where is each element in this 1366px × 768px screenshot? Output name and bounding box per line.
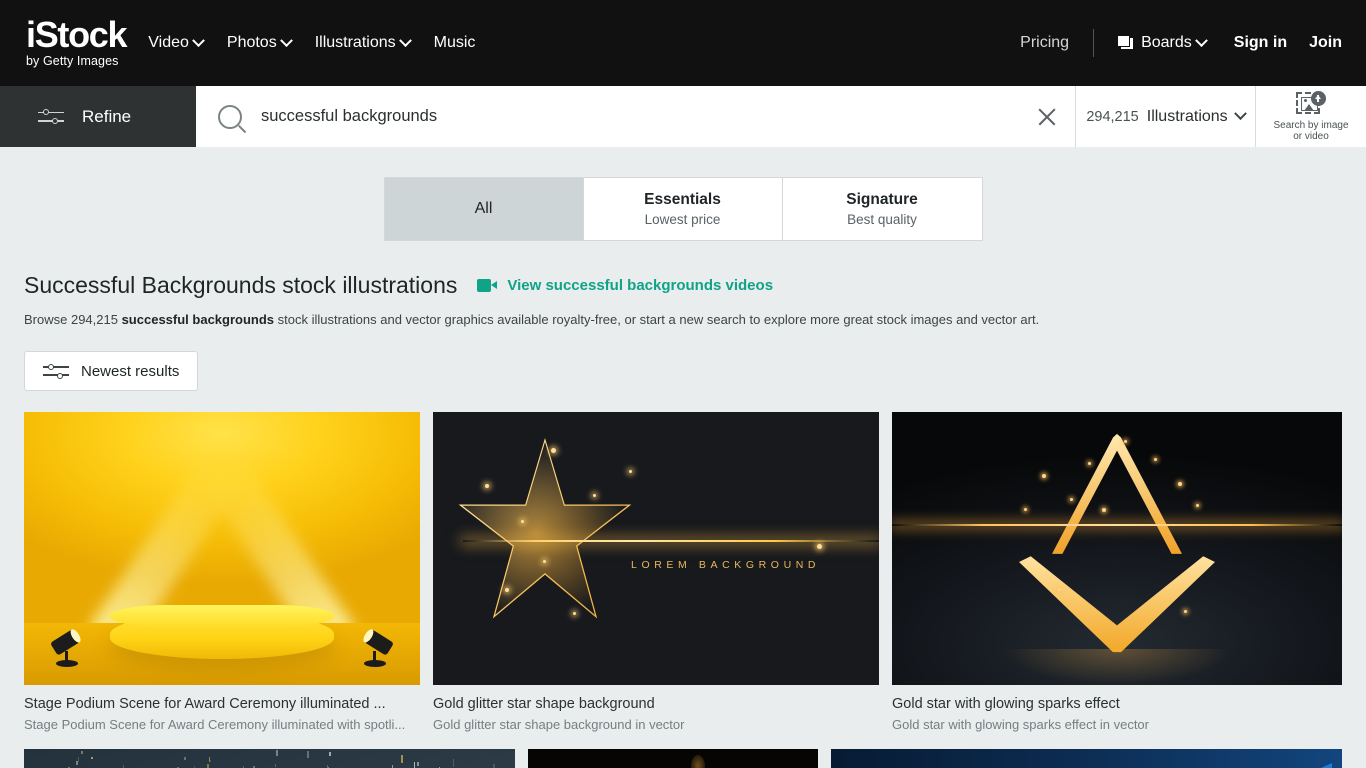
- sign-in-link[interactable]: Sign in: [1234, 34, 1287, 52]
- search-by-image-label: Search by image or video: [1273, 120, 1348, 143]
- sliders-icon: [38, 109, 64, 125]
- search-field-wrapper: [196, 86, 1025, 147]
- join-link[interactable]: Join: [1309, 34, 1342, 52]
- results-heading-row: Successful Backgrounds stock illustratio…: [24, 271, 1342, 299]
- nav-label-photos: Photos: [227, 34, 277, 52]
- artwork-blue-shard: [831, 749, 1342, 768]
- results-grid: Stage Podium Scene for Award Ceremony il…: [24, 412, 1342, 732]
- nav-divider: [1093, 29, 1094, 57]
- artwork-stage-podium: [24, 412, 420, 685]
- artwork-rain-particles: [24, 749, 515, 768]
- nav-item-video[interactable]: Video: [148, 34, 203, 52]
- result-subtitle: Stage Podium Scene for Award Ceremony il…: [24, 717, 420, 732]
- result-card[interactable]: [831, 749, 1342, 768]
- boards-menu[interactable]: Boards: [1118, 34, 1206, 52]
- sort-label: Newest results: [81, 363, 179, 380]
- result-thumbnail[interactable]: [892, 412, 1342, 685]
- result-subtitle: Gold glitter star shape background in ve…: [433, 717, 879, 732]
- chevron-down-icon: [192, 34, 205, 47]
- sort-sliders-icon: [43, 363, 69, 379]
- tab-all[interactable]: All: [385, 178, 584, 240]
- nav-item-illustrations[interactable]: Illustrations: [315, 34, 410, 52]
- primary-nav: Video Photos Illustrations Music: [148, 34, 475, 52]
- result-card[interactable]: [528, 749, 819, 768]
- chevron-down-icon: [399, 34, 412, 47]
- sort-button[interactable]: Newest results: [24, 351, 198, 391]
- artwork-overlay-text: LOREM BACKGROUND: [631, 559, 820, 571]
- results-description: Browse 294,215 successful backgrounds st…: [24, 311, 1342, 329]
- refine-button[interactable]: Refine: [0, 86, 196, 147]
- view-videos-link[interactable]: View successful backgrounds videos: [477, 277, 773, 294]
- refine-label: Refine: [82, 107, 131, 127]
- result-card[interactable]: Stage Podium Scene for Award Ceremony il…: [24, 412, 420, 732]
- chevron-down-icon: [280, 34, 293, 47]
- result-title[interactable]: Stage Podium Scene for Award Ceremony il…: [24, 696, 420, 712]
- tab-signature[interactable]: Signature Best quality: [783, 178, 982, 240]
- tab-essentials[interactable]: Essentials Lowest price: [584, 178, 783, 240]
- video-camera-icon: [477, 279, 497, 292]
- page-title: Successful Backgrounds stock illustratio…: [24, 271, 457, 299]
- result-thumbnail[interactable]: LOREM BACKGROUND: [433, 412, 879, 685]
- asset-type-label: Illustrations: [1147, 108, 1228, 126]
- istock-logo[interactable]: iStock by Getty Images: [26, 17, 126, 69]
- result-thumbnail[interactable]: [24, 412, 420, 685]
- nav-item-music[interactable]: Music: [434, 34, 476, 52]
- search-by-image-button[interactable]: Search by image or video: [1255, 86, 1366, 147]
- tab-signature-label: Signature: [846, 191, 917, 209]
- main-content: All Essentials Lowest price Signature Be…: [0, 147, 1366, 768]
- logo-wordmark: iStock: [26, 17, 126, 53]
- chevron-down-icon: [1234, 107, 1247, 120]
- blurb-keyword: successful backgrounds: [122, 312, 274, 327]
- result-title[interactable]: Gold star with glowing sparks effect: [892, 696, 1342, 712]
- image-upload-icon: [1296, 91, 1326, 117]
- clear-search-button[interactable]: [1025, 86, 1069, 147]
- search-icon: [218, 105, 242, 129]
- nav-item-photos[interactable]: Photos: [227, 34, 291, 52]
- tab-essentials-sub: Lowest price: [645, 212, 721, 227]
- search-bar: Refine 294,215 Illustrations Search by i…: [0, 86, 1366, 147]
- artwork-sparks-star: [892, 412, 1342, 685]
- result-title[interactable]: Gold glitter star shape background: [433, 696, 879, 712]
- pricing-link[interactable]: Pricing: [1020, 34, 1069, 52]
- utility-nav: Pricing Boards Sign in Join: [1020, 29, 1342, 57]
- blurb-prefix: Browse 294,215: [24, 312, 122, 327]
- chevron-down-icon: [1195, 34, 1208, 47]
- result-card[interactable]: [24, 749, 515, 768]
- result-card[interactable]: Gold star with glowing sparks effect Gol…: [892, 412, 1342, 732]
- result-subtitle: Gold star with glowing sparks effect in …: [892, 717, 1342, 732]
- asset-type-dropdown[interactable]: 294,215 Illustrations: [1075, 86, 1255, 147]
- search-by-image-line1: Search by image: [1273, 120, 1348, 131]
- search-by-image-line2: or video: [1293, 131, 1329, 142]
- nav-label-music: Music: [434, 34, 476, 52]
- view-videos-label: View successful backgrounds videos: [507, 277, 773, 294]
- license-tabs: All Essentials Lowest price Signature Be…: [24, 147, 1342, 241]
- boards-label: Boards: [1141, 34, 1192, 52]
- result-card[interactable]: LOREM BACKGROUND Gold glitter star shape…: [433, 412, 879, 732]
- close-icon: [1036, 106, 1058, 128]
- nav-label-illustrations: Illustrations: [315, 34, 396, 52]
- artwork-spotlight: [528, 749, 819, 768]
- result-count: 294,215: [1086, 109, 1138, 125]
- boards-icon: [1118, 36, 1133, 50]
- tab-essentials-label: Essentials: [644, 191, 721, 209]
- logo-tagline: by Getty Images: [26, 54, 126, 69]
- results-grid-row-2: [24, 749, 1342, 768]
- search-input[interactable]: [261, 107, 1025, 126]
- blurb-suffix: stock illustrations and vector graphics …: [274, 312, 1039, 327]
- nav-label-video: Video: [148, 34, 189, 52]
- artwork-glitter-star: LOREM BACKGROUND: [433, 412, 879, 685]
- tab-signature-sub: Best quality: [847, 212, 917, 227]
- site-header: iStock by Getty Images Video Photos Illu…: [0, 0, 1366, 86]
- tab-all-label: All: [475, 200, 493, 218]
